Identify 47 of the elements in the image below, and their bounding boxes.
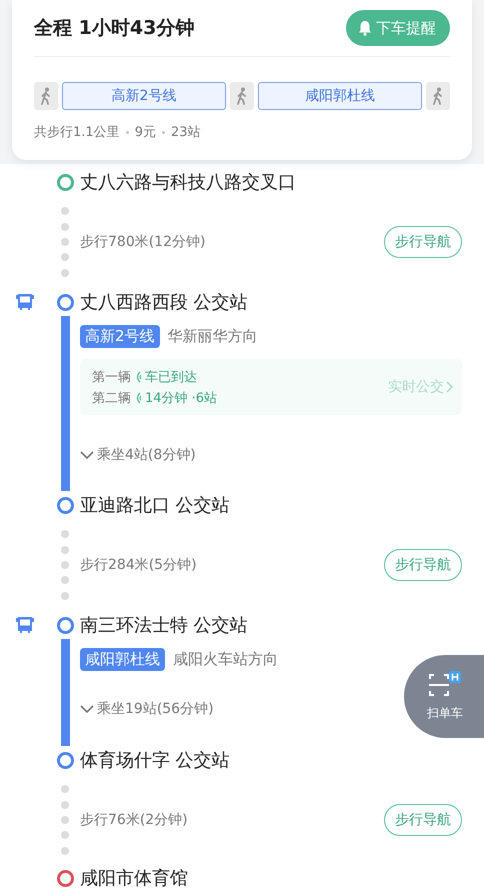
stop-ring-icon: [56, 752, 74, 768]
bus-icon: [15, 615, 35, 635]
bus-icon: [15, 292, 35, 312]
chevron-icon: [80, 450, 94, 460]
chevron-icon: [80, 704, 94, 714]
signal-icon: [134, 392, 142, 404]
boarding-stop: 南三环法士特 公交站: [80, 614, 249, 638]
direction-text: 华新丽华方向: [168, 326, 258, 346]
alighting-stop: 体育场什字 公交站: [80, 749, 231, 773]
line-tag: 高新2号线: [80, 324, 160, 348]
walk-distance: 步行780米(12分钟): [80, 233, 206, 251]
alight-reminder-button[interactable]: 下车提醒: [346, 10, 450, 46]
walk-navigation-button[interactable]: 步行导航: [384, 804, 462, 836]
bus-line-chip: 咸阳郭杜线: [258, 82, 422, 110]
vehicle-label: 第一辆: [92, 368, 131, 386]
signal-icon: [134, 370, 142, 382]
bus-line-chip: 高新2号线: [62, 82, 226, 110]
walk-navigation-button[interactable]: 步行导航: [384, 226, 462, 258]
ride-toggle[interactable]: 乘坐4站(8分钟): [80, 443, 196, 467]
boarding-stop: 丈八西路西段 公交站: [80, 291, 249, 315]
route-stat: 共步行1.1公里: [34, 124, 120, 141]
stop-ring-icon: [56, 496, 74, 514]
line-tag: 咸阳郭杜线: [80, 648, 165, 670]
route-stat: 23站: [170, 124, 201, 141]
destination-ring-icon: [56, 870, 74, 886]
start-ring-icon: [56, 174, 74, 190]
route-stat: 9元: [134, 124, 156, 141]
direction-text: 咸阳火车站方向: [173, 650, 278, 668]
ride-toggle[interactable]: 乘坐19站(56分钟): [80, 697, 214, 721]
scan-bike-button[interactable]: 扫单车: [404, 655, 484, 738]
destination: 咸阳市体育馆: [80, 867, 189, 891]
stop-ring-icon: [56, 616, 74, 634]
walking-person-icon: [40, 87, 52, 105]
alighting-stop: 亚迪路北口 公交站: [80, 494, 231, 518]
chevron-right-icon: [446, 381, 454, 393]
arrival-status: 车已到达: [145, 368, 197, 386]
bell-icon: [358, 20, 372, 36]
total-duration: 全程 1小时43分钟: [34, 16, 194, 41]
start-point: 丈八六路与科技八路交叉口: [80, 171, 297, 195]
walk-distance: 步行284米(5分钟): [80, 556, 197, 574]
stop-ring-icon: [56, 294, 74, 310]
walk-navigation-button[interactable]: 步行导航: [384, 549, 462, 581]
walking-person-icon: [236, 87, 248, 105]
vehicle-label: 第二辆: [92, 390, 131, 406]
walking-person-icon: [432, 87, 444, 105]
arrival-status: 14分钟 ·6站: [145, 390, 218, 406]
walk-distance: 步行76米(2分钟): [80, 811, 188, 829]
